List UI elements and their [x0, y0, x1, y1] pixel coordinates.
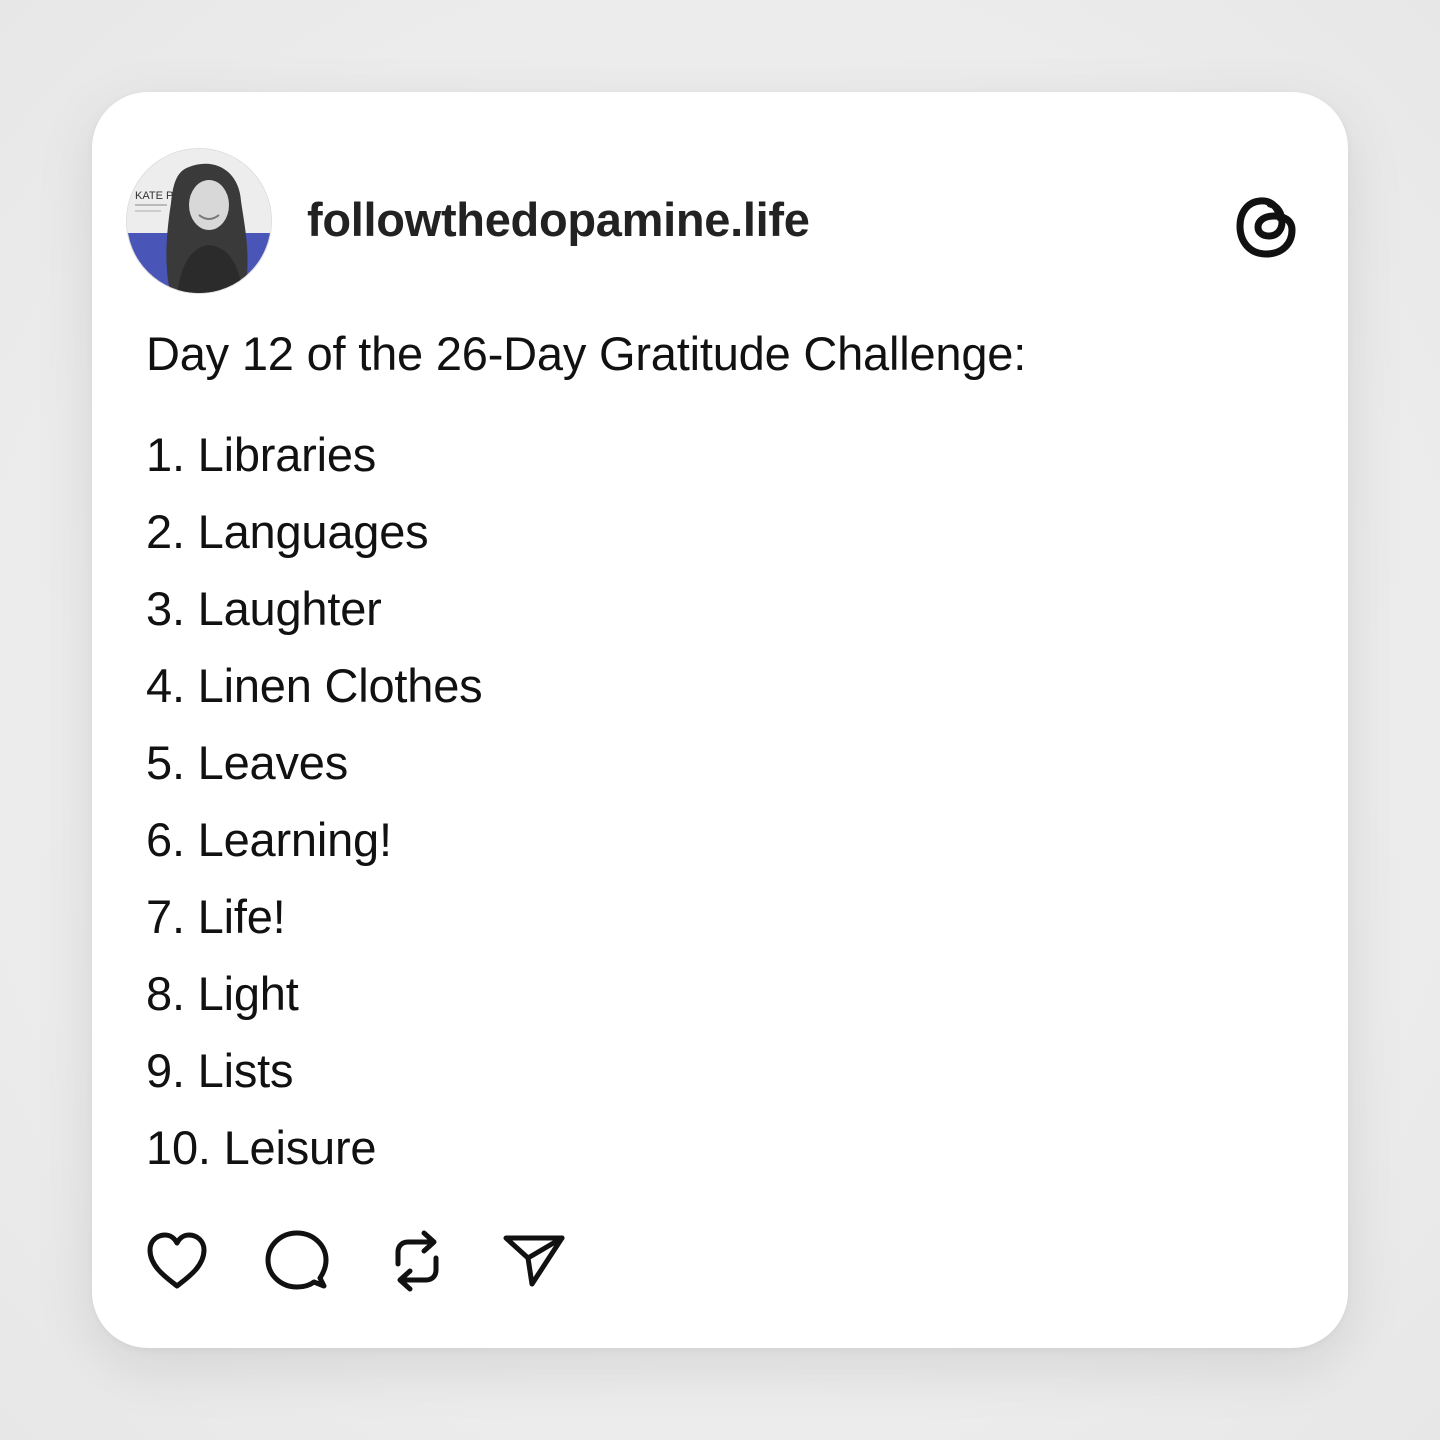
heart-icon[interactable] [144, 1228, 210, 1294]
threads-icon[interactable] [1230, 184, 1302, 264]
post-header: KATE P. followthedopamine.life [126, 148, 1302, 294]
post-card: KATE P. followthedopamine.life Day 12 of… [92, 92, 1348, 1348]
gratitude-list: 1. Libraries 2. Languages 3. Laughter 4.… [146, 426, 483, 1196]
list-item: 10. Leisure [146, 1121, 377, 1174]
post-title: Day 12 of the 26-Day Gratitude Challenge… [146, 327, 1027, 380]
list-item: 6. Learning! [146, 813, 392, 866]
username[interactable]: followthedopamine.life [307, 192, 810, 247]
avatar[interactable]: KATE P. [126, 148, 272, 294]
avatar-image: KATE P. [127, 149, 271, 293]
list-item: 5. Leaves [146, 736, 349, 789]
repost-icon[interactable] [384, 1228, 450, 1294]
list-item: 9. Lists [146, 1044, 294, 1097]
list-item: 3. Laughter [146, 582, 382, 635]
comment-icon[interactable] [264, 1228, 330, 1294]
list-item: 8. Light [146, 967, 299, 1020]
share-icon[interactable] [502, 1228, 568, 1294]
list-item: 4. Linen Clothes [146, 659, 483, 712]
list-item: 2. Languages [146, 505, 429, 558]
avatar-badge-text: KATE P. [135, 190, 175, 202]
list-item: 1. Libraries [146, 428, 377, 481]
list-item: 7. Life! [146, 890, 286, 943]
